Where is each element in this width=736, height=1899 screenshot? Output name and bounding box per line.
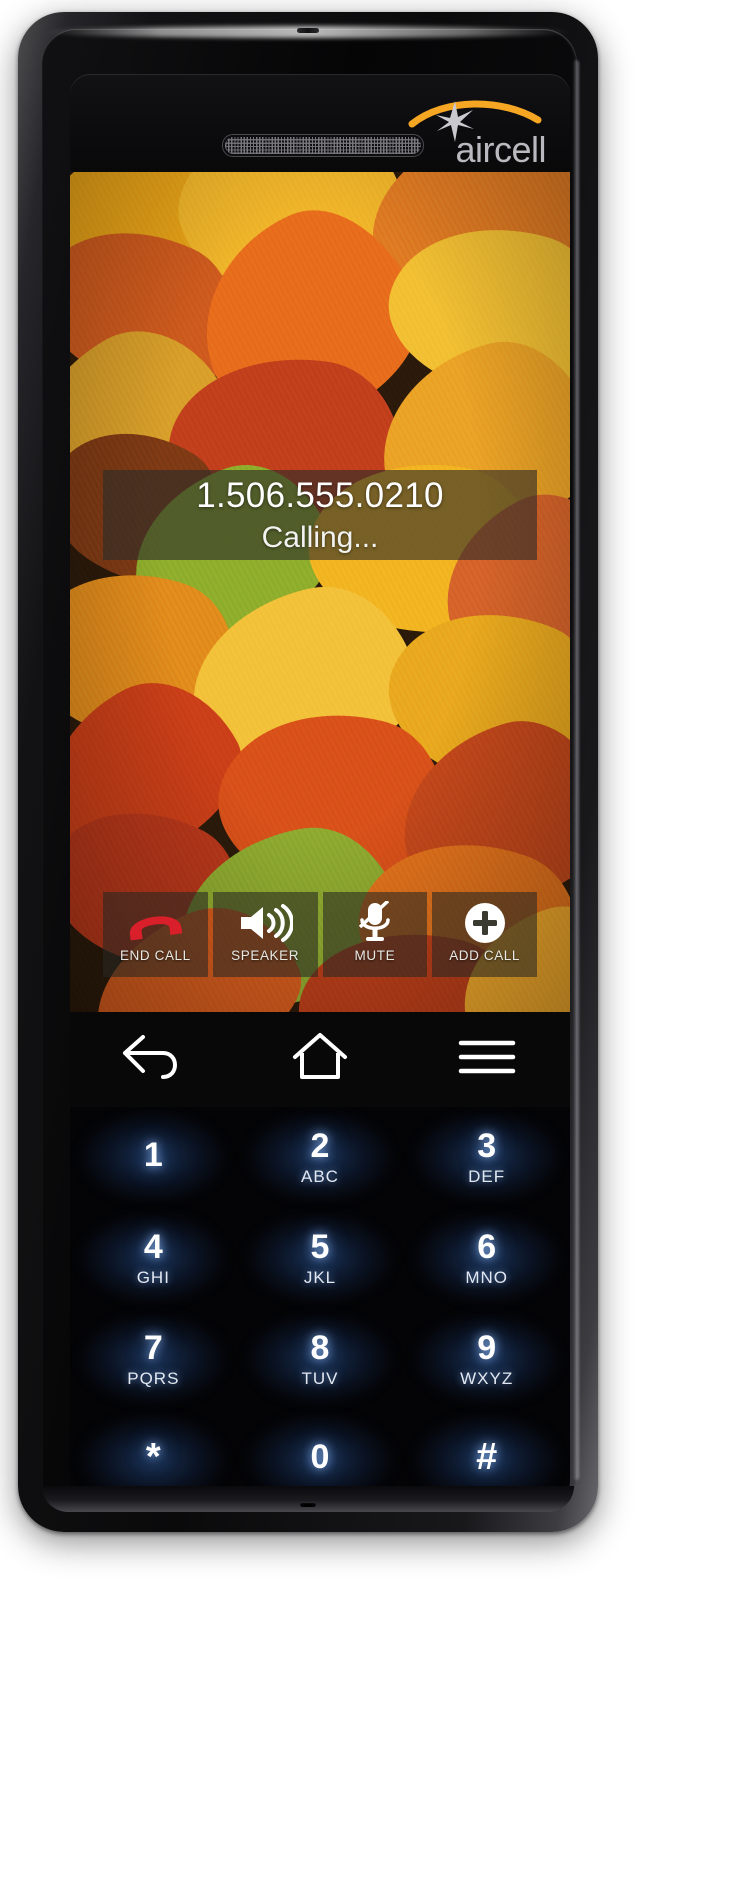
key-9[interactable]: 9 WXYZ xyxy=(403,1309,570,1410)
key-digit: # xyxy=(476,1436,498,1479)
call-status-text: Calling... xyxy=(261,520,379,554)
top-brand-panel: aircell xyxy=(70,74,570,172)
key-digit: 5 xyxy=(310,1228,330,1267)
back-button[interactable] xyxy=(70,1031,237,1088)
key-digit: 9 xyxy=(477,1328,497,1367)
key-2[interactable]: 2 ABC xyxy=(237,1107,404,1208)
navigation-bar xyxy=(70,1012,570,1107)
key-digit: 1 xyxy=(143,1135,163,1174)
speaker-volume-icon xyxy=(237,900,294,946)
device-bottom-chin xyxy=(42,1486,574,1512)
svg-text:aircell: aircell xyxy=(455,129,546,166)
key-4[interactable]: 4 GHI xyxy=(70,1208,237,1309)
mute-label: MUTE xyxy=(354,948,396,963)
earpiece-speaker-grille-icon xyxy=(222,134,424,157)
in-call-control-bar: END CALL SPEAKER MUTE ADD CALL xyxy=(103,892,537,977)
key-8[interactable]: 8 TUV xyxy=(237,1309,404,1410)
mute-microphone-slash-icon xyxy=(355,900,395,946)
add-call-plus-circle-icon xyxy=(463,900,507,946)
key-7[interactable]: 7 PQRS xyxy=(70,1309,237,1410)
speaker-button[interactable]: SPEAKER xyxy=(212,892,318,977)
key-digit: 7 xyxy=(143,1328,163,1367)
key-letters: GHI xyxy=(136,1268,170,1288)
end-call-button[interactable]: END CALL xyxy=(103,892,208,977)
key-letters: JKL xyxy=(303,1268,337,1288)
key-3[interactable]: 3 DEF xyxy=(403,1107,570,1208)
key-digit: 4 xyxy=(143,1228,163,1267)
add-call-label: ADD CALL xyxy=(449,948,521,963)
speaker-label: SPEAKER xyxy=(231,948,300,963)
menu-button[interactable] xyxy=(403,1034,570,1085)
mute-button[interactable]: MUTE xyxy=(322,892,428,977)
device-right-edge-highlight xyxy=(573,60,579,1480)
end-call-handset-icon xyxy=(125,900,185,946)
key-digit: 0 xyxy=(310,1438,330,1477)
add-call-button[interactable]: ADD CALL xyxy=(432,892,537,977)
key-1[interactable]: 1 xyxy=(70,1107,237,1208)
key-digit: 8 xyxy=(310,1328,330,1367)
key-digit: 6 xyxy=(477,1228,497,1267)
key-5[interactable]: 5 JKL xyxy=(237,1208,404,1309)
dialpad: 1 2 ABC 3 DEF 4 GHI 5 JKL 6 MNO 7 PQRS 8 xyxy=(70,1107,570,1510)
key-digit: 2 xyxy=(310,1127,330,1166)
key-6[interactable]: 6 MNO xyxy=(403,1208,570,1309)
call-info-overlay: 1.506.555.0210 Calling... xyxy=(103,470,537,560)
call-number-text: 1.506.555.0210 xyxy=(196,475,444,515)
home-button[interactable] xyxy=(237,1031,404,1088)
front-camera-icon xyxy=(297,28,319,33)
home-icon xyxy=(290,1031,350,1088)
key-letters: MNO xyxy=(465,1268,508,1288)
menu-hamburger-icon xyxy=(456,1034,518,1085)
key-letters: ABC xyxy=(301,1167,339,1187)
key-letters: DEF xyxy=(468,1167,506,1187)
key-digit: 3 xyxy=(477,1127,497,1166)
wallpaper-vignette xyxy=(70,172,570,1012)
phone-screen: 1.506.555.0210 Calling... END CALL SPEAK… xyxy=(70,172,570,1012)
key-letters: TUV xyxy=(301,1368,339,1388)
key-digit: * xyxy=(145,1436,161,1479)
microphone-hole-icon xyxy=(300,1502,316,1507)
aircell-swoosh-star-logo-icon: aircell xyxy=(398,96,548,166)
end-call-label: END CALL xyxy=(119,948,191,963)
key-letters: WXYZ xyxy=(460,1368,514,1388)
key-letters: PQRS xyxy=(127,1368,180,1388)
back-arrow-icon xyxy=(119,1031,187,1088)
phone-device: aircell 1.506.555.0210 Calling... END CA… xyxy=(18,12,598,1532)
